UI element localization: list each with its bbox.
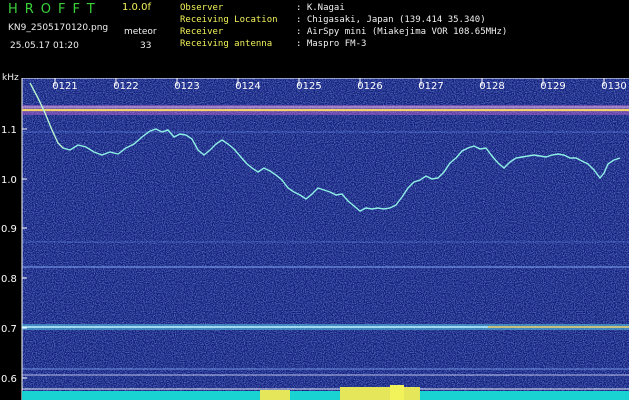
file-name: KN9_2505170120.png xyxy=(8,23,109,33)
header-bar: HROFFT 1.0.0f KN9_2505170120.png meteor … xyxy=(0,0,629,78)
time-tick-0127: 0127 xyxy=(418,81,443,92)
time-tick-0124: 0124 xyxy=(235,81,260,92)
freq-tick-0_6: 0.6 xyxy=(1,374,17,385)
freq-tick-0_9: 0.9 xyxy=(1,224,17,235)
source-label: meteor xyxy=(124,27,157,37)
time-tick-0126: 0126 xyxy=(357,81,382,92)
app-title: HROFFT xyxy=(8,2,102,17)
freq-tick-1_0: 1.0 xyxy=(1,175,17,186)
info-label-receiver: Receiver xyxy=(180,27,224,37)
info-value-location: : Chigasaki, Japan (139.414 35.340) xyxy=(296,15,486,25)
level-strip-peak-3 xyxy=(260,390,290,400)
time-tick-0130: 0130 xyxy=(601,81,626,92)
count-value: 33 xyxy=(140,41,152,51)
freq-tick-1_1: 1.1 xyxy=(1,125,17,136)
info-value-antenna: : Maspro FM-3 xyxy=(296,39,367,49)
level-strip-peak-1 xyxy=(340,387,420,400)
spectrogram-noise xyxy=(22,78,629,400)
info-label-antenna: Receiving antenna xyxy=(180,39,273,49)
time-tick-0123: 0123 xyxy=(174,81,199,92)
date-time: 25.05.17 01:20 xyxy=(10,41,79,51)
freq-tick-0_8: 0.8 xyxy=(1,274,17,285)
time-tick-0121: 0121 xyxy=(52,81,77,92)
level-strip-peak-2 xyxy=(390,385,404,400)
info-label-observer: Observer xyxy=(180,3,224,13)
info-value-observer: : K.Nagai xyxy=(296,3,345,13)
level-strip xyxy=(22,391,629,400)
info-value-receiver: : AirSpy mini (Miakejima VOR 108.65MHz) xyxy=(296,27,508,37)
app-version: 1.0.0f xyxy=(122,2,151,13)
freq-tick-0_7: 0.7 xyxy=(1,324,17,335)
time-tick-0129: 0129 xyxy=(540,81,565,92)
info-label-location: Receiving Location xyxy=(180,15,278,25)
time-tick-0122: 0122 xyxy=(113,81,138,92)
time-tick-0125: 0125 xyxy=(296,81,321,92)
spectrogram-plot: 0121 0122 0123 0124 0125 0126 0127 0128 … xyxy=(1,78,629,400)
time-tick-0128: 0128 xyxy=(479,81,504,92)
